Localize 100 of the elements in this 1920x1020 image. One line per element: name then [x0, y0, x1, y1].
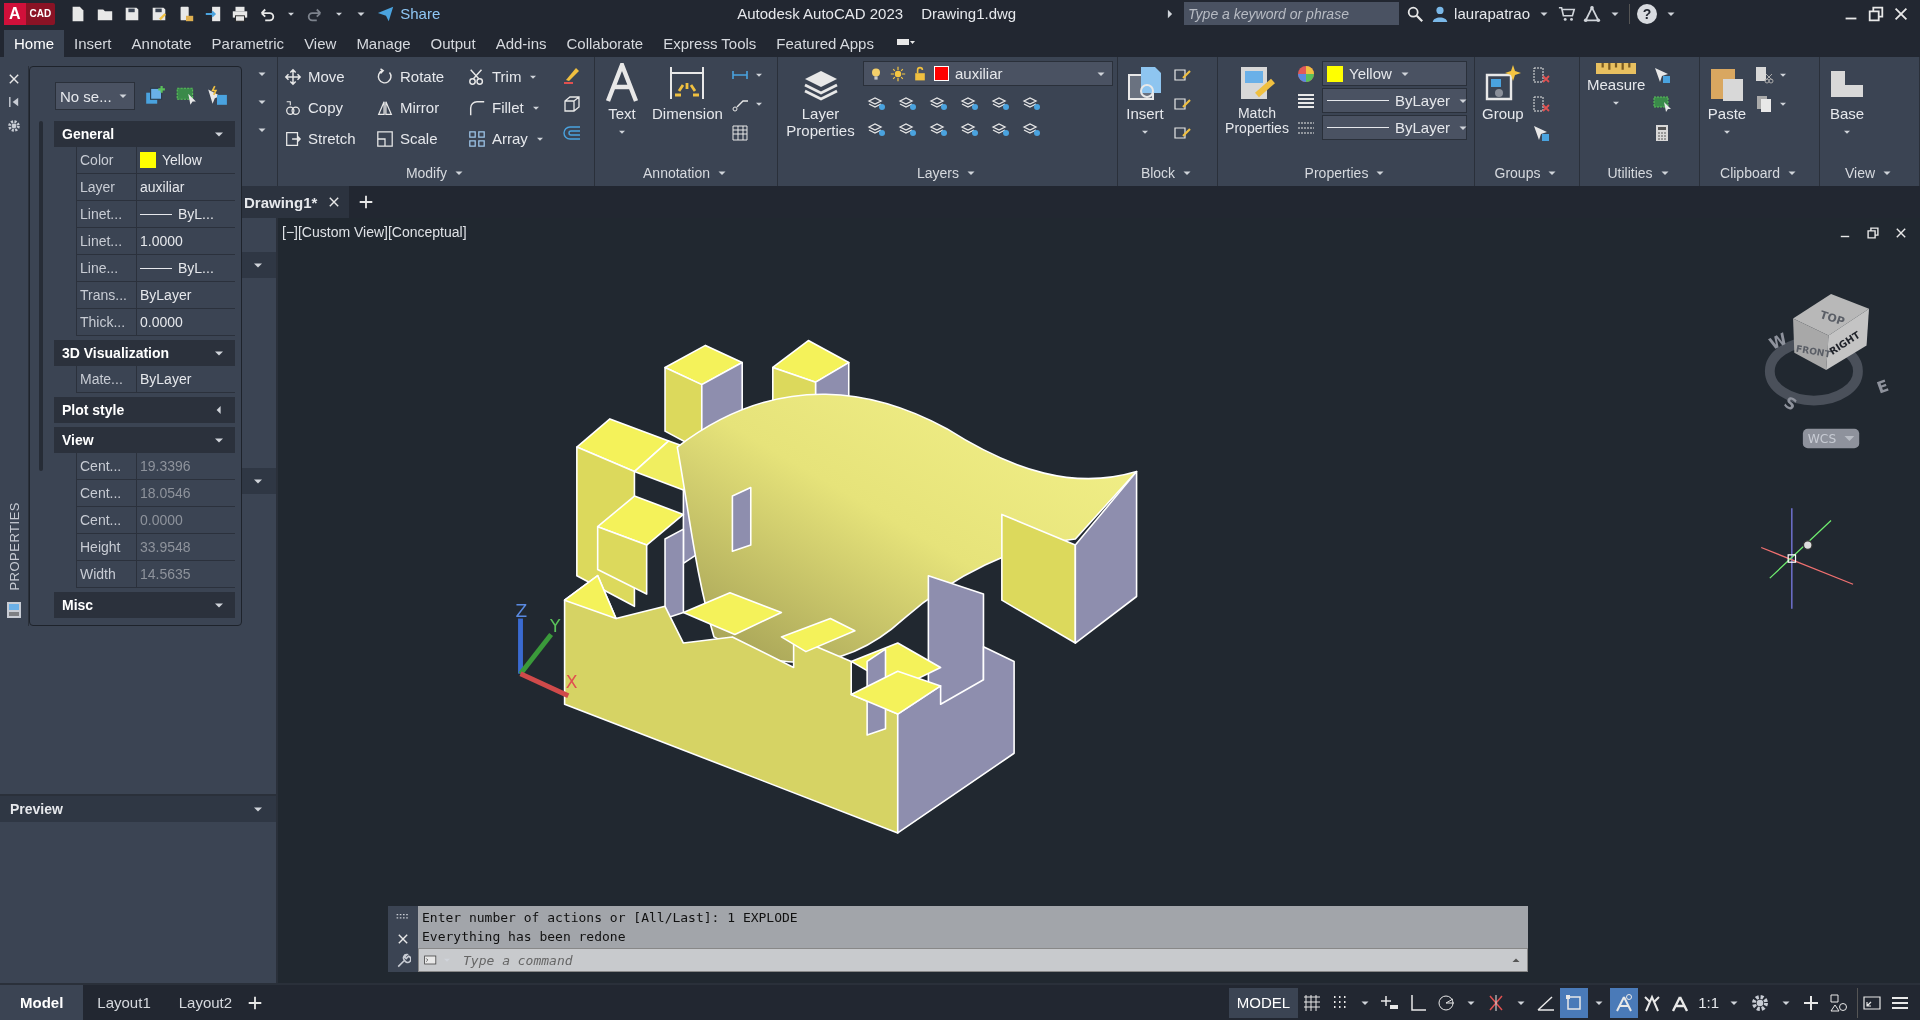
- panel-title[interactable]: Block: [1140, 165, 1176, 181]
- panel-title[interactable]: Properties: [1304, 165, 1369, 181]
- file-name: Drawing1.dwg: [921, 5, 1017, 22]
- ribbon-tab[interactable]: Featured Apps: [766, 30, 884, 57]
- property-value[interactable]: ByLayer: [140, 287, 192, 303]
- ribbon-tab[interactable]: Output: [420, 30, 486, 57]
- property-value[interactable]: auxiliar: [140, 179, 185, 195]
- selection-dropdown[interactable]: No se...: [55, 82, 135, 110]
- compass-label[interactable]: E: [1874, 375, 1892, 398]
- tool-button[interactable]: Trim: [466, 61, 558, 92]
- color-dropdown[interactable]: Yellow: [1322, 61, 1467, 86]
- tool-button[interactable]: Mirror: [374, 92, 466, 123]
- command-history-line: Everything has been redone: [422, 928, 627, 946]
- tool-button[interactable]: Scale: [374, 123, 466, 154]
- section-title: General: [62, 126, 116, 142]
- axis-label: Y: [549, 616, 561, 636]
- ribbon-tab[interactable]: Annotate: [121, 30, 202, 57]
- property-label: Cent...: [77, 507, 137, 533]
- property-value[interactable]: 1.0000: [140, 233, 183, 249]
- property-label: Cent...: [77, 453, 137, 479]
- search-field[interactable]: Type a keyword or phrase: [1184, 2, 1400, 25]
- property-value[interactable]: ByLayer: [140, 371, 192, 387]
- palette-title: PROPERTIES: [6, 502, 22, 591]
- ribbon-tab[interactable]: Express Tools: [653, 30, 767, 57]
- layer-dropdown[interactable]: auxiliar: [863, 61, 1113, 86]
- layout-tab[interactable]: Model: [0, 985, 84, 1020]
- linetype-dropdown[interactable]: ByLayer: [1322, 88, 1467, 113]
- tool-button[interactable]: Base: [1824, 61, 1870, 160]
- property-label: Color: [77, 147, 137, 173]
- panel-title[interactable]: Utilities: [1607, 165, 1653, 181]
- property-value[interactable]: ByL...: [178, 260, 214, 276]
- share-button[interactable]: Share: [377, 4, 441, 23]
- ribbon-tab[interactable]: Parametric: [201, 30, 295, 57]
- tool-button[interactable]: Dimension: [649, 61, 726, 160]
- tool-button[interactable]: Stretch: [282, 123, 374, 154]
- property-label: Width: [77, 561, 137, 587]
- tool-button[interactable]: Fillet: [466, 92, 558, 123]
- user-name[interactable]: laurapatrao: [1454, 5, 1530, 22]
- lineweight-dropdown[interactable]: ByLayer: [1322, 115, 1467, 140]
- section-header[interactable]: General: [54, 121, 235, 147]
- ribbon-tab[interactable]: Home: [4, 30, 64, 57]
- app-logo[interactable]: A CAD: [4, 2, 56, 25]
- command-input[interactable]: Type a command: [418, 948, 1528, 972]
- viewport-controls[interactable]: [−][Custom View][Conceptual]: [282, 224, 467, 240]
- layout-tab[interactable]: Layout2: [164, 985, 247, 1020]
- tool-button[interactable]: Move: [282, 61, 374, 92]
- tool-button[interactable]: Group: [1479, 61, 1527, 160]
- property-label: Trans...: [77, 282, 137, 308]
- section-header[interactable]: View: [54, 427, 235, 453]
- panel-title[interactable]: Groups: [1494, 165, 1541, 181]
- section-title: Misc: [62, 597, 95, 613]
- tool-button[interactable]: Rotate: [374, 61, 466, 92]
- compass-label[interactable]: W: [1766, 329, 1791, 354]
- property-label: Thick...: [77, 309, 137, 335]
- panel-title[interactable]: Modify: [405, 165, 448, 181]
- help-button[interactable]: ?: [1637, 3, 1657, 24]
- section-header[interactable]: Plot style: [54, 397, 235, 423]
- compass-label[interactable]: S: [1780, 392, 1801, 415]
- tool-button[interactable]: Copy: [282, 92, 374, 123]
- ribbon-tab[interactable]: Insert: [64, 30, 122, 57]
- panel-title[interactable]: Annotation: [643, 165, 710, 181]
- property-label: Linet...: [77, 228, 137, 254]
- section-header[interactable]: Misc: [54, 592, 235, 618]
- tool-button[interactable]: Insert: [1122, 61, 1168, 160]
- section-header[interactable]: 3D Visualization: [54, 340, 235, 366]
- panel-title[interactable]: Clipboard: [1720, 165, 1780, 181]
- tool-button[interactable]: Measure: [1584, 61, 1649, 160]
- property-label: Line...: [77, 255, 137, 281]
- tool-button[interactable]: Text: [599, 61, 645, 160]
- axis-label: X: [565, 672, 578, 693]
- ribbon-tab[interactable]: Add-ins: [485, 30, 557, 57]
- layout-tab[interactable]: Layout1: [83, 985, 165, 1020]
- panel-title[interactable]: View: [1844, 165, 1876, 181]
- section-title: 3D Visualization: [62, 345, 171, 361]
- panel-title[interactable]: Preview: [10, 801, 63, 817]
- ribbon-tab[interactable]: View: [294, 30, 347, 57]
- property-label: Layer: [77, 174, 137, 200]
- tool-button[interactable]: Paste: [1704, 61, 1750, 160]
- panel-title[interactable]: Layers: [917, 165, 959, 181]
- section-title: Plot style: [62, 402, 126, 418]
- dropdown-value: No se...: [60, 87, 113, 105]
- ribbon-tab[interactable]: Manage: [346, 30, 421, 57]
- property-label: Linet...: [77, 201, 137, 227]
- command-text-input[interactable]: Type a command: [461, 951, 1507, 969]
- tool-button[interactable]: Match Properties: [1222, 61, 1292, 160]
- dropdown-value: ByLayer: [1395, 92, 1451, 109]
- property-label: Cent...: [77, 480, 137, 506]
- annotation-scale-button[interactable]: 1:1: [1694, 994, 1723, 1011]
- property-value[interactable]: 0.0000: [140, 314, 183, 330]
- property-value[interactable]: Yellow: [162, 152, 202, 168]
- command-history-line: Enter number of actions or [All/Last]: 1 EXPLODE: [422, 909, 799, 927]
- property-value[interactable]: ByL...: [178, 206, 214, 222]
- model-space-button[interactable]: MODEL: [1228, 987, 1299, 1018]
- axis-label: Z: [515, 601, 528, 622]
- tool-button[interactable]: Array: [466, 123, 558, 154]
- tool-button[interactable]: Layer Properties: [782, 61, 859, 160]
- dropdown-value: auxiliar: [955, 65, 1004, 82]
- property-label: Mate...: [77, 366, 137, 392]
- ribbon-tab[interactable]: Collaborate: [556, 30, 654, 57]
- section-title: View: [62, 432, 95, 448]
